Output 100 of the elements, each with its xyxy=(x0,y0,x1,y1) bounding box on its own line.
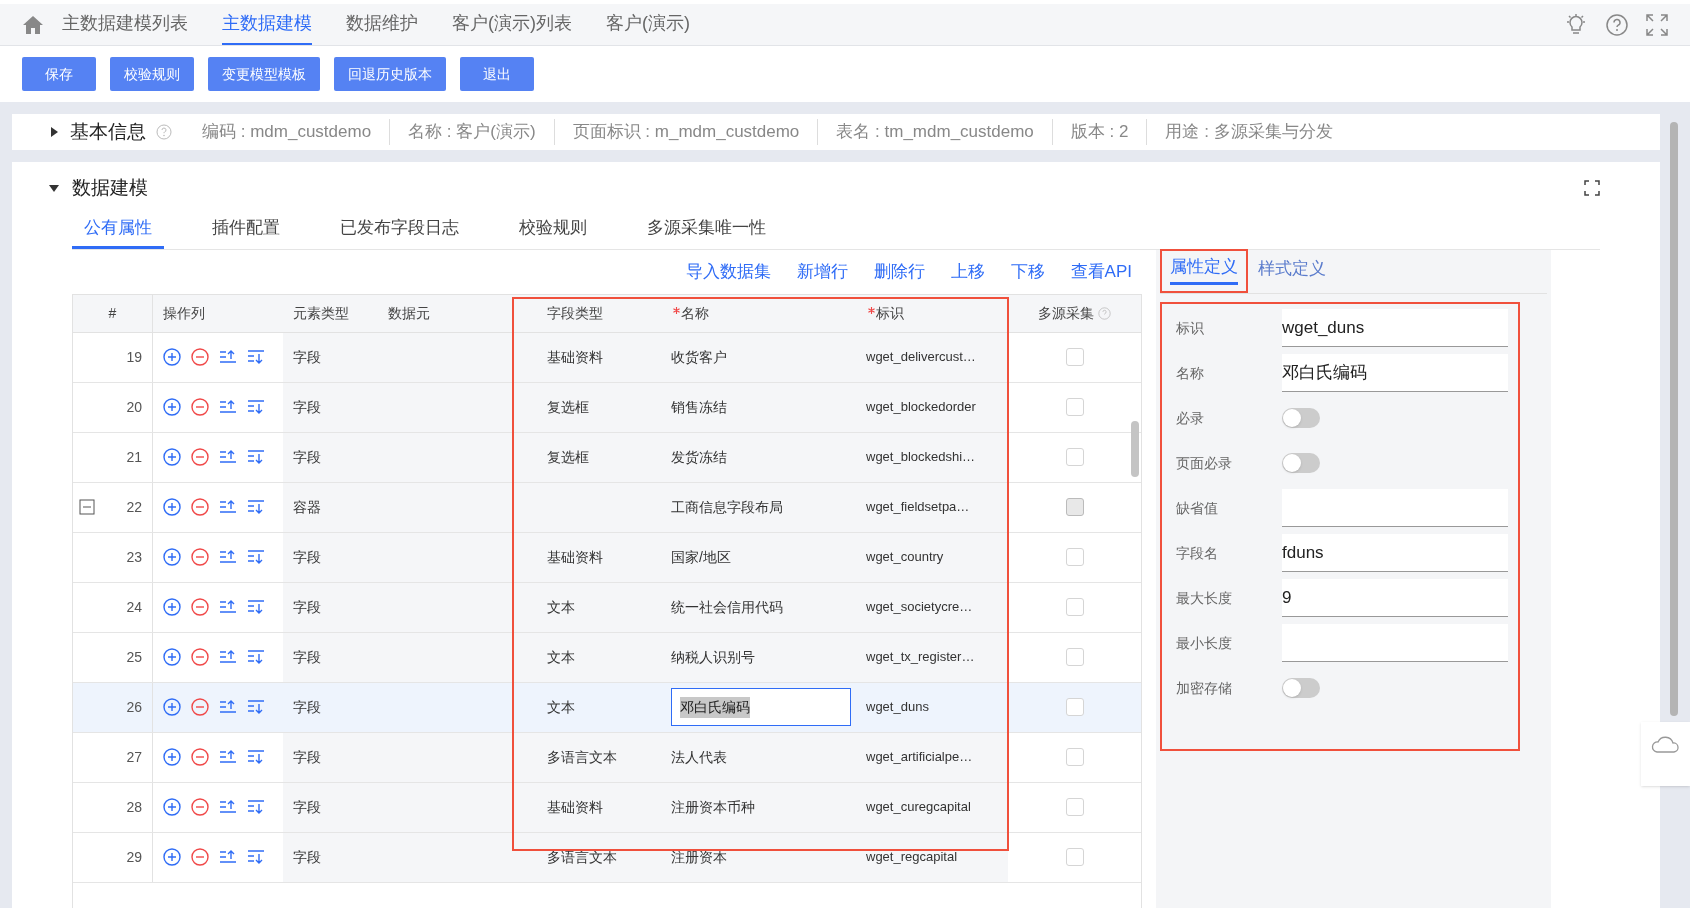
checkbox[interactable] xyxy=(1065,398,1084,416)
remove-icon[interactable] xyxy=(191,698,209,716)
remove-icon[interactable] xyxy=(191,598,209,616)
basic-info-caret-icon[interactable] xyxy=(48,126,60,138)
checkbox[interactable] xyxy=(1065,548,1084,566)
toolbar-button[interactable]: 校验规则 xyxy=(110,57,194,91)
move-up-icon[interactable] xyxy=(219,699,237,715)
section-tab[interactable]: 已发布字段日志 xyxy=(328,210,471,249)
move-up-icon[interactable] xyxy=(219,549,237,565)
add-icon[interactable] xyxy=(163,498,181,516)
action-link[interactable]: 导入数据集 xyxy=(685,258,771,285)
move-down-icon[interactable] xyxy=(247,649,265,665)
move-down-icon[interactable] xyxy=(247,449,265,465)
add-icon[interactable] xyxy=(163,598,181,616)
move-up-icon[interactable] xyxy=(219,799,237,815)
remove-icon[interactable] xyxy=(191,748,209,766)
property-tab[interactable]: 样式定义 xyxy=(1250,248,1334,293)
remove-icon[interactable] xyxy=(191,398,209,416)
toolbar-button[interactable]: 回退历史版本 xyxy=(334,57,446,91)
checkbox[interactable] xyxy=(1065,598,1084,616)
move-up-icon[interactable] xyxy=(219,349,237,365)
move-down-icon[interactable] xyxy=(247,549,265,565)
home-icon[interactable] xyxy=(22,14,44,35)
table-row[interactable]: 23 字段 基础资料 国家/地区 wget_country xyxy=(73,532,1141,583)
nav-tab[interactable]: 主数据建模列表 xyxy=(62,4,188,45)
remove-icon[interactable] xyxy=(191,548,209,566)
add-icon[interactable] xyxy=(163,348,181,366)
action-link[interactable]: 新增行 xyxy=(796,258,848,285)
remove-icon[interactable] xyxy=(191,498,209,516)
table-row[interactable]: 19 字段 基础资料 收货客户 wget_delivercust… xyxy=(73,332,1141,383)
section-tab[interactable]: 校验规则 xyxy=(507,210,599,249)
move-down-icon[interactable] xyxy=(247,799,265,815)
toggle-switch[interactable] xyxy=(1282,453,1320,473)
floating-panel[interactable] xyxy=(1641,722,1690,786)
section-tab[interactable]: 多源采集唯一性 xyxy=(635,210,778,249)
move-down-icon[interactable] xyxy=(247,499,265,515)
remove-icon[interactable] xyxy=(191,798,209,816)
name-input[interactable]: 邓白氏编码 xyxy=(671,688,851,726)
toolbar-button[interactable]: 保存 xyxy=(22,57,96,91)
move-up-icon[interactable] xyxy=(219,849,237,865)
scrollbar-thumb[interactable] xyxy=(1131,420,1139,477)
remove-icon[interactable] xyxy=(191,448,209,466)
move-down-icon[interactable] xyxy=(247,349,265,365)
toggle-switch[interactable] xyxy=(1282,408,1320,428)
move-down-icon[interactable] xyxy=(247,599,265,615)
table-row[interactable]: 24 字段 文本 统一社会信用代码 wget_societycre… xyxy=(73,582,1141,633)
page-scrollbar[interactable] xyxy=(1670,122,1678,716)
add-icon[interactable] xyxy=(163,698,181,716)
add-icon[interactable] xyxy=(163,798,181,816)
action-link[interactable]: 删除行 xyxy=(873,258,925,285)
table-row[interactable]: 26 字段 文本 邓白氏编码 wget_duns xyxy=(73,682,1141,733)
input-field[interactable]: 9 xyxy=(1282,579,1508,617)
checkbox[interactable] xyxy=(1065,648,1084,666)
input-field[interactable]: wget_duns xyxy=(1282,309,1508,347)
property-tab[interactable]: 属性定义 xyxy=(1160,248,1248,293)
move-down-icon[interactable] xyxy=(247,749,265,765)
input-field[interactable] xyxy=(1282,489,1508,527)
fullscreen-icon[interactable] xyxy=(1646,13,1668,36)
section-tab[interactable]: 公有属性 xyxy=(72,210,164,249)
action-link[interactable]: 下移 xyxy=(1010,258,1045,285)
add-icon[interactable] xyxy=(163,848,181,866)
add-icon[interactable] xyxy=(163,548,181,566)
table-row[interactable]: 28 字段 基础资料 注册资本币种 wget_curegcapital xyxy=(73,782,1141,833)
checkbox[interactable] xyxy=(1065,448,1084,466)
action-link[interactable]: 查看API xyxy=(1070,258,1132,285)
checkbox[interactable] xyxy=(1065,698,1084,716)
checkbox[interactable] xyxy=(1065,348,1084,366)
move-up-icon[interactable] xyxy=(219,399,237,415)
input-field[interactable] xyxy=(1282,624,1508,662)
checkbox[interactable] xyxy=(1065,748,1084,766)
table-row[interactable]: 21 字段 复选框 发货冻结 wget_blockedshi… xyxy=(73,432,1141,483)
toolbar-button[interactable]: 变更模型模板 xyxy=(208,57,320,91)
input-field[interactable]: 邓白氏编码 xyxy=(1282,354,1508,392)
collapse-icon[interactable] xyxy=(79,499,95,515)
input-field[interactable]: fduns xyxy=(1282,534,1508,572)
table-row[interactable]: 22 容器 工商信息字段布局 wget_fieldsetpa… xyxy=(73,482,1141,533)
toolbar-button[interactable]: 退出 xyxy=(460,57,534,91)
nav-tab[interactable]: 客户(演示) xyxy=(606,4,690,45)
move-up-icon[interactable] xyxy=(219,749,237,765)
checkbox[interactable] xyxy=(1065,848,1084,866)
add-icon[interactable] xyxy=(163,398,181,416)
remove-icon[interactable] xyxy=(191,648,209,666)
move-up-icon[interactable] xyxy=(219,649,237,665)
move-down-icon[interactable] xyxy=(247,699,265,715)
move-up-icon[interactable] xyxy=(219,499,237,515)
add-icon[interactable] xyxy=(163,448,181,466)
table-row[interactable]: 25 字段 文本 纳税人识别号 wget_tx_register… xyxy=(73,632,1141,683)
add-icon[interactable] xyxy=(163,648,181,666)
move-up-icon[interactable] xyxy=(219,599,237,615)
nav-tab[interactable]: 客户(演示)列表 xyxy=(452,4,572,45)
section-tab[interactable]: 插件配置 xyxy=(200,210,292,249)
lightbulb-icon[interactable] xyxy=(1564,12,1588,37)
add-icon[interactable] xyxy=(163,748,181,766)
table-row[interactable]: 29 字段 多语言文本 注册资本 wget_regcapital xyxy=(73,832,1141,883)
move-down-icon[interactable] xyxy=(247,399,265,415)
cloud-icon[interactable] xyxy=(1650,734,1681,754)
remove-icon[interactable] xyxy=(191,348,209,366)
remove-icon[interactable] xyxy=(191,848,209,866)
action-link[interactable]: 上移 xyxy=(950,258,985,285)
expand-icon[interactable] xyxy=(1584,180,1600,197)
